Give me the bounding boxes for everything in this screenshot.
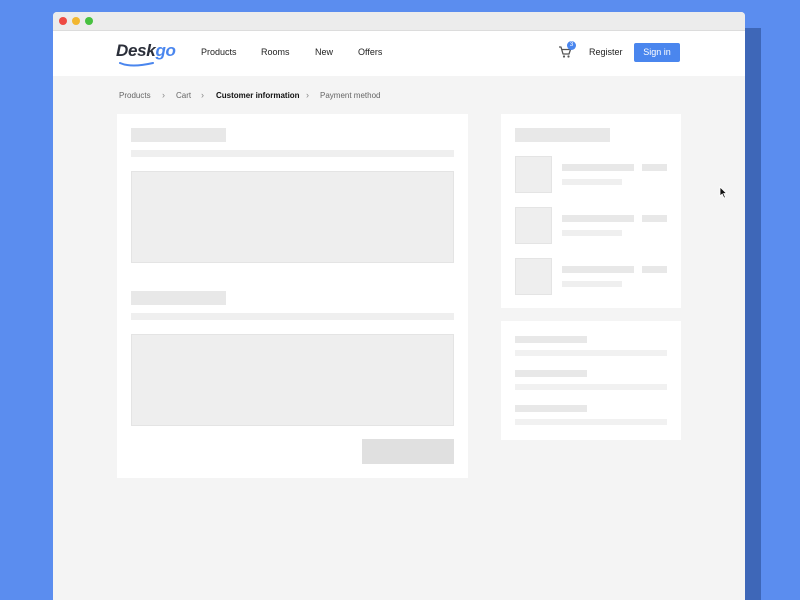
chevron-right-icon: › — [306, 90, 309, 100]
skeleton-submit-button[interactable] — [362, 439, 454, 464]
top-navigation: Deskgo Products Rooms New Offers 3 Regis… — [53, 31, 745, 76]
skeleton-product-detail — [562, 281, 622, 287]
sign-in-button[interactable]: Sign in — [634, 43, 680, 62]
skeleton-product-price — [642, 215, 667, 222]
close-window-button[interactable] — [59, 17, 67, 25]
skeleton-total-value — [515, 384, 667, 390]
nav-link-products[interactable]: Products — [201, 47, 237, 57]
skeleton-product-detail — [562, 179, 622, 185]
nav-link-new[interactable]: New — [315, 47, 333, 57]
skeleton-total-value — [515, 419, 667, 425]
mouse-pointer-icon — [719, 186, 728, 199]
order-summary-card — [501, 114, 681, 308]
minimize-window-button[interactable] — [72, 17, 80, 25]
skeleton-total-label — [515, 405, 587, 412]
skeleton-summary-title — [515, 128, 610, 142]
skeleton-total-label — [515, 336, 587, 343]
breadcrumb-item-payment-method[interactable]: Payment method — [320, 91, 380, 100]
nav-link-offers[interactable]: Offers — [358, 47, 382, 57]
brand-logo-part1: Desk — [116, 41, 156, 60]
skeleton-product-thumbnail — [515, 258, 552, 295]
skeleton-input-block — [131, 171, 454, 263]
brand-logo[interactable]: Deskgo — [116, 41, 176, 61]
register-link[interactable]: Register — [589, 47, 623, 57]
skeleton-total-label — [515, 370, 587, 377]
skeleton-product-name — [562, 266, 634, 273]
brand-logo-part2: go — [155, 41, 176, 60]
skeleton-product-detail — [562, 230, 622, 236]
skeleton-product-name — [562, 164, 634, 171]
logo-swoosh-icon — [119, 62, 154, 67]
nav-link-rooms[interactable]: Rooms — [261, 47, 290, 57]
skeleton-section-title — [131, 291, 226, 305]
breadcrumb-item-products[interactable]: Products — [119, 91, 151, 100]
chevron-right-icon: › — [201, 90, 204, 100]
skeleton-text-line — [131, 313, 454, 320]
customer-form-card — [117, 114, 468, 478]
browser-window: Deskgo Products Rooms New Offers 3 Regis… — [53, 12, 745, 600]
cart-count-badge: 3 — [567, 41, 576, 50]
skeleton-product-thumbnail — [515, 156, 552, 193]
maximize-window-button[interactable] — [85, 17, 93, 25]
breadcrumb-item-customer-information: Customer information — [216, 91, 300, 100]
window-shadow — [744, 28, 761, 600]
skeleton-product-thumbnail — [515, 207, 552, 244]
skeleton-product-price — [642, 266, 667, 273]
chevron-right-icon: › — [162, 90, 165, 100]
order-totals-card — [501, 321, 681, 440]
skeleton-product-name — [562, 215, 634, 222]
skeleton-total-value — [515, 350, 667, 356]
title-bar — [53, 12, 745, 31]
skeleton-text-line — [131, 150, 454, 157]
skeleton-section-title — [131, 128, 226, 142]
breadcrumb-item-cart[interactable]: Cart — [176, 91, 191, 100]
skeleton-product-price — [642, 164, 667, 171]
skeleton-input-block — [131, 334, 454, 426]
